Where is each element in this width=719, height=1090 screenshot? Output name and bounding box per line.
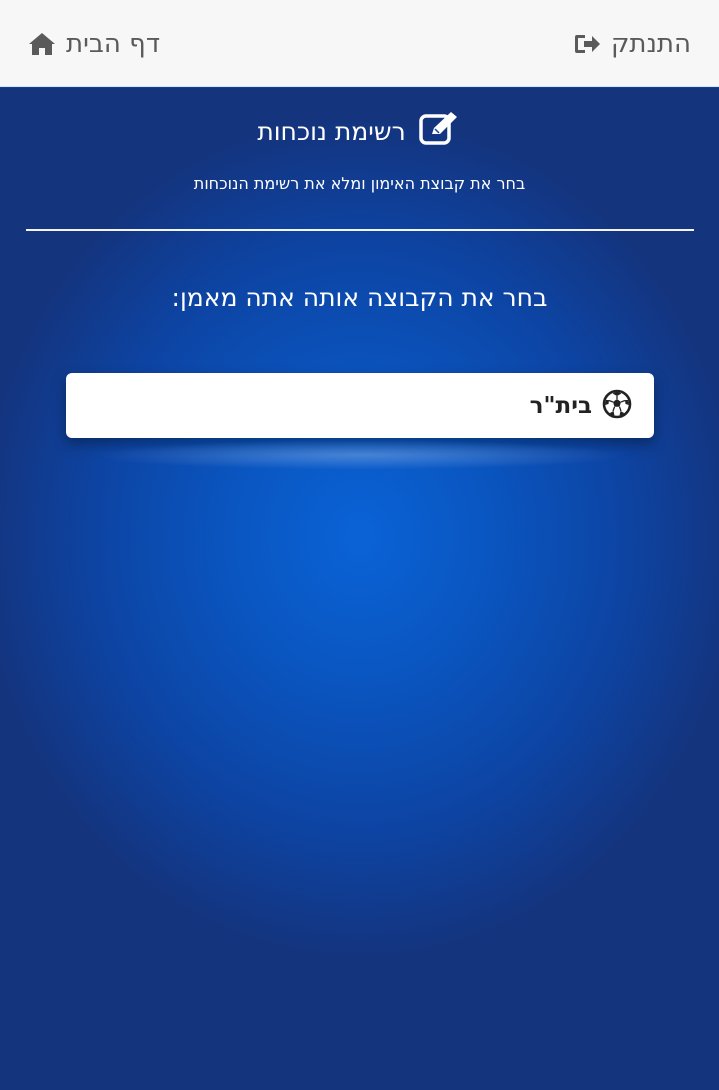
logout-link[interactable]: התנתק [573,24,691,64]
logout-label: התנתק [610,29,691,59]
home-icon [28,31,56,57]
team-question: בחר את הקבוצה אותה אתה מאמן: [171,283,548,312]
header-divider [26,229,694,231]
soccer-ball-icon [602,389,632,423]
page-subtitle: בחר את קבוצת האימון ומלא את רשימת הנוכחו… [193,174,526,193]
edit-icon [418,110,462,152]
team-option-beitar[interactable]: בית"ר [66,373,654,438]
team-name: בית"ר [529,392,592,419]
main-content: רשימת נוכחות בחר את קבוצת האימון ומלא את… [0,88,719,1090]
card-glow [90,440,630,470]
page-title: רשימת נוכחות [0,110,719,152]
home-link[interactable]: דף הבית [28,24,160,64]
home-label: דף הבית [66,29,161,59]
page-title-text: רשימת נוכחות [257,116,406,146]
sign-out-icon [573,32,601,56]
page-header: רשימת נוכחות בחר את קבוצת האימון ומלא את… [0,110,719,193]
top-navbar: התנתק דף הבית [0,0,719,87]
